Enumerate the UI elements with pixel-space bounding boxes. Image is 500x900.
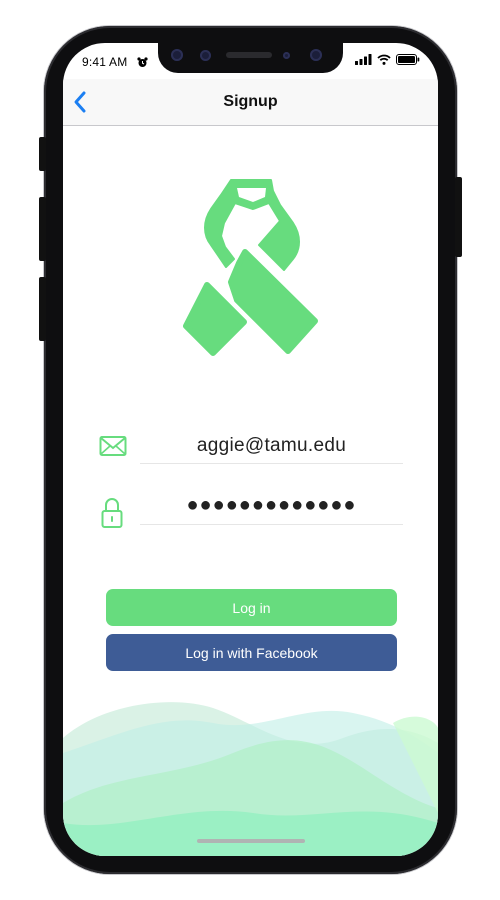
status-indicators: [355, 52, 420, 70]
decorative-waves: [63, 702, 438, 856]
status-time: 9:41 AM: [82, 55, 128, 69]
lock-icon: [101, 497, 123, 534]
speaker-grille: [226, 52, 272, 58]
email-value: aggie@tamu.edu: [196, 435, 347, 456]
notch: [158, 43, 343, 73]
password-field[interactable]: ●●●●●●●●●●●●●: [140, 490, 403, 525]
cellular-signal-icon: [355, 52, 372, 70]
volume-up-button: [39, 197, 46, 261]
envelope-icon: [99, 435, 127, 462]
dot-projector: [310, 49, 322, 61]
alarm-clock-icon: [137, 55, 148, 73]
home-indicator[interactable]: [197, 839, 305, 843]
login-button[interactable]: Log in: [106, 589, 397, 626]
wifi-icon: [377, 52, 391, 70]
password-value: ●●●●●●●●●●●●●: [186, 494, 357, 516]
mute-switch: [39, 137, 46, 171]
page-title: Signup: [223, 93, 278, 110]
facebook-login-button[interactable]: Log in with Facebook: [106, 634, 397, 671]
volume-down-button: [39, 277, 46, 341]
proximity-sensor: [283, 52, 290, 59]
battery-icon: [396, 52, 420, 70]
navigation-bar: Signup: [63, 79, 438, 126]
front-camera: [171, 49, 183, 61]
phone-screen: 9:41 AM Signup aggie@tamu.edu ●●●●●●●●●●…: [63, 43, 438, 856]
email-field[interactable]: aggie@tamu.edu: [140, 429, 403, 464]
power-button: [455, 177, 462, 257]
face-id-sensor: [200, 50, 211, 61]
awareness-ribbon-icon: [183, 179, 319, 362]
